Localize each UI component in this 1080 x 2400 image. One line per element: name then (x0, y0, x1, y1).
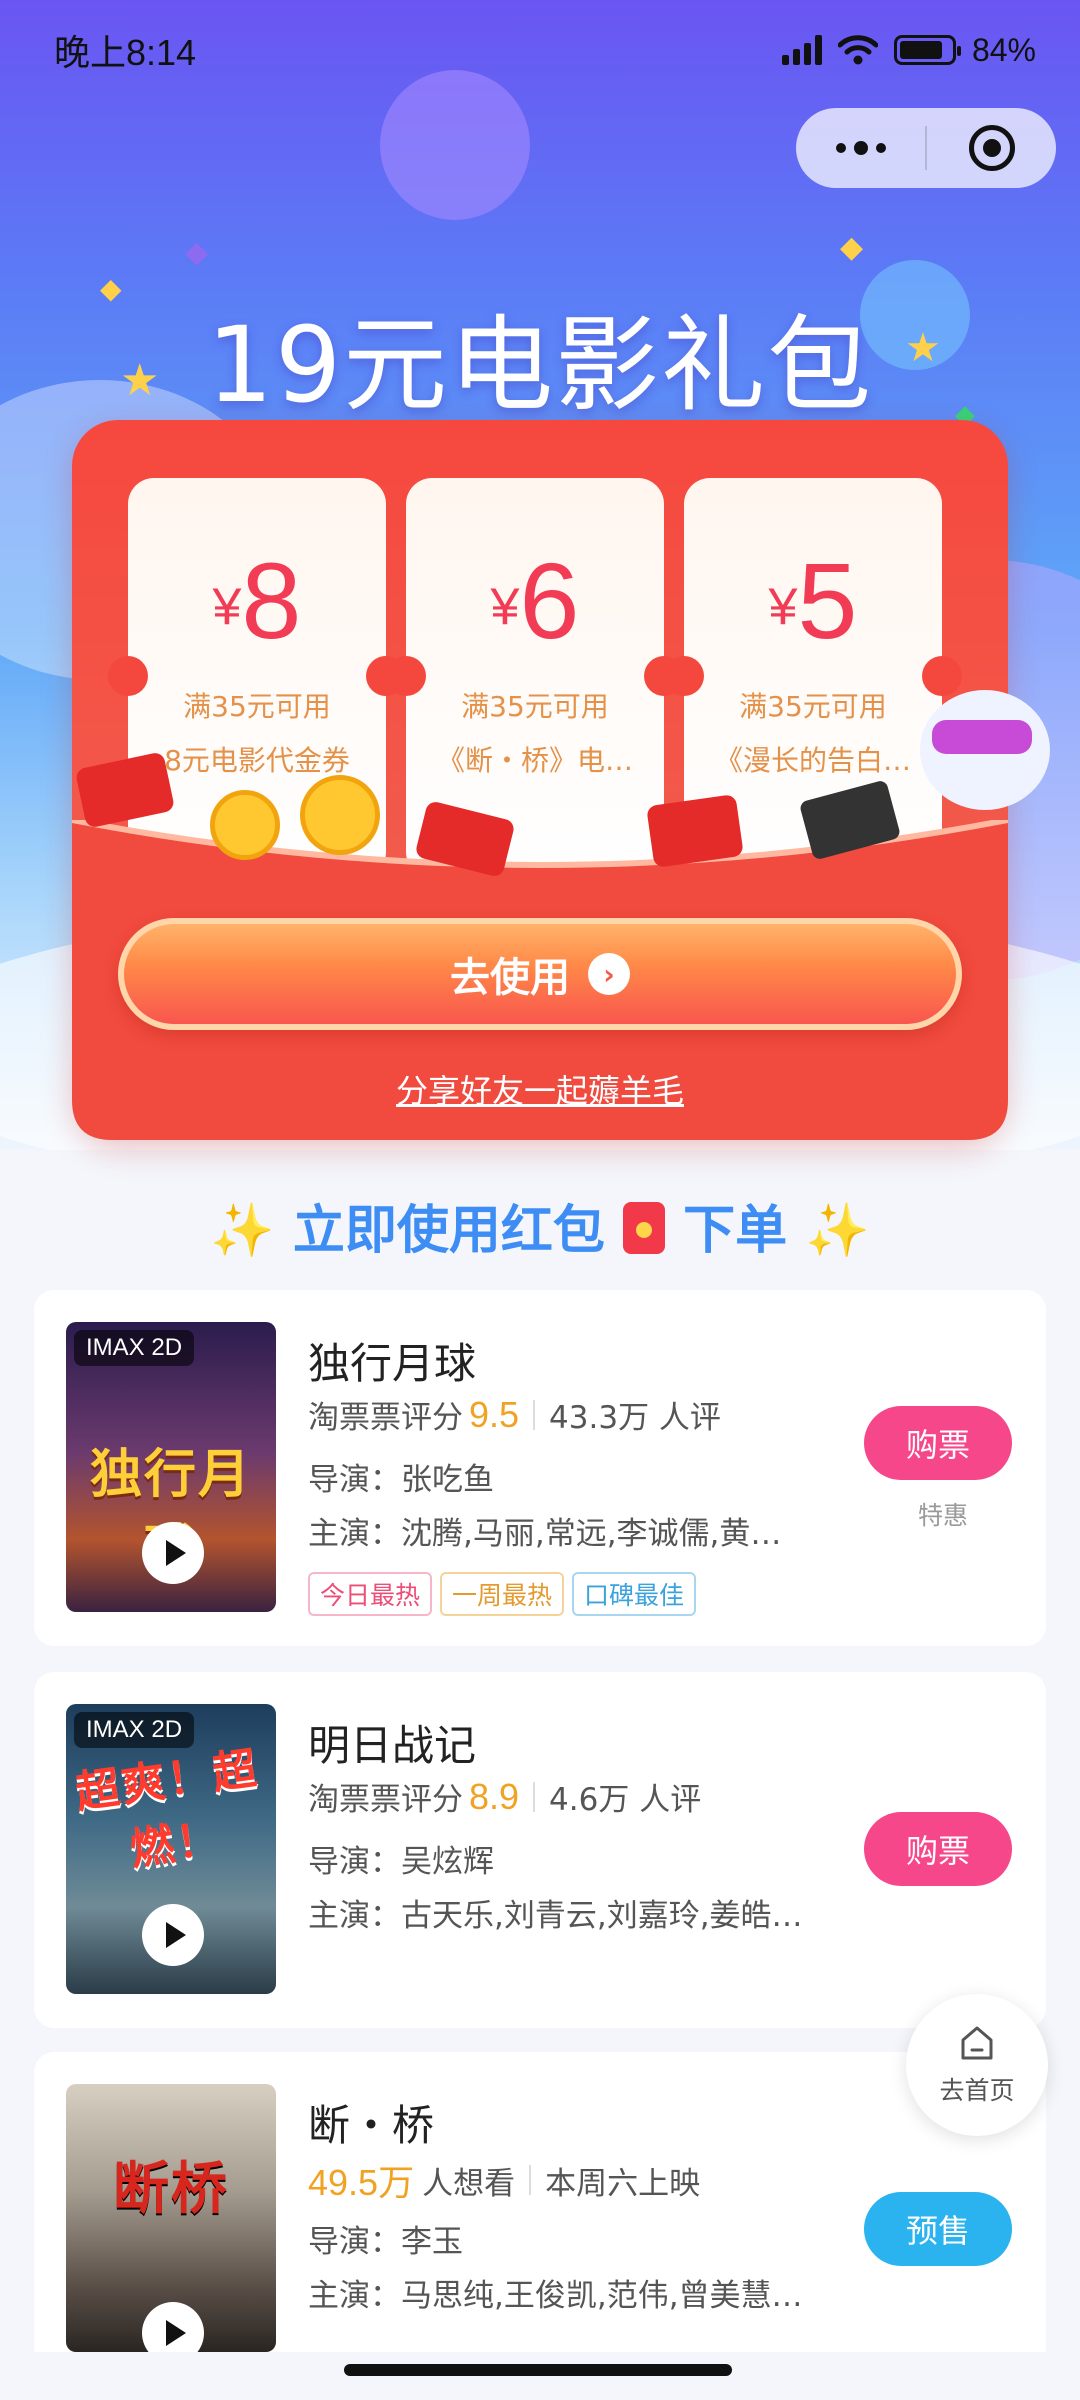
coupon-amount: ¥6 (406, 538, 664, 663)
tag-week-hot: 一周最热 (440, 1572, 565, 1616)
movie-poster[interactable]: 断桥 (66, 2084, 276, 2352)
gem-icon: ◆ (840, 230, 864, 265)
share-friends-link[interactable]: 分享好友一起薅羊毛 (0, 1066, 1080, 1112)
want-count: 49.5万 (308, 2162, 415, 2203)
coupon-value: 6 (519, 540, 580, 661)
movie-card[interactable]: 断桥 断・桥 49.5万 人想看 本周六上映 导演：李玉 主演：马思纯,王俊凯,… (34, 2052, 1046, 2352)
cast: 主演：古天乐,刘青云,刘嘉玲,姜皓… (308, 1898, 803, 1934)
coupon-value: 5 (797, 540, 858, 661)
battery-icon (893, 35, 961, 65)
format-badge: IMAX 2D (74, 1712, 195, 1748)
status-time: 晚上8:14 (54, 32, 197, 73)
red-packet-icon (646, 794, 744, 868)
gem-icon: ◆ (185, 235, 209, 270)
status-icons: 84% (781, 31, 1036, 69)
score-value: 9.5 (469, 1393, 520, 1435)
special-offer-label: 特惠 (917, 1501, 968, 1530)
score-value: 8.9 (469, 1775, 520, 1817)
miniprogram-capsule (796, 108, 1056, 188)
format-badge: IMAX 2D (74, 1330, 195, 1366)
coupon-description: 《漫长的告白… (714, 744, 911, 777)
poster-title: 超爽！超燃！ (72, 1742, 262, 1876)
battery-percent: 84% (971, 31, 1036, 68)
cast: 主演：沈腾,马丽,常远,李诚儒,黄… (308, 1516, 782, 1552)
coupon-value: 8 (241, 540, 302, 661)
presale-button[interactable]: 预售 (864, 2192, 1012, 2266)
chevron-right-icon: › (588, 953, 630, 995)
coupon-condition: 满35元可用 (461, 690, 609, 723)
tag-list: 今日最热 一周最热 口碑最佳 (308, 1572, 697, 1616)
use-coupon-button[interactable]: 去使用 › (118, 918, 962, 1030)
play-icon[interactable] (142, 2302, 204, 2352)
movie-poster[interactable]: 独行月球 IMAX 2D (66, 1322, 276, 1612)
currency-symbol: ¥ (768, 578, 798, 636)
more-dots-icon[interactable] (796, 108, 925, 188)
movie-card[interactable]: 独行月球 IMAX 2D 独行月球 淘票票评分 9.5 43.3万 人评 导演：… (34, 1290, 1046, 1646)
review-count: 4.6万 人评 (549, 1782, 702, 1818)
divider (529, 2165, 532, 2195)
coupon-amount: ¥8 (128, 538, 386, 663)
coupon-description: 《断・桥》电… (436, 744, 633, 777)
section-header: ✨ 立即使用红包 下单 ✨ (0, 1188, 1080, 1263)
movie-poster[interactable]: 超爽！超燃！ IMAX 2D (66, 1704, 276, 1994)
movie-title: 独行月球 (308, 1339, 477, 1388)
currency-symbol: ¥ (490, 578, 520, 636)
page-title: 19元电影礼包 (206, 304, 874, 426)
poster-title: 断桥 (113, 2157, 229, 2222)
section-title: 立即使用红包 (292, 1201, 605, 1261)
want-row: 49.5万 人想看 本周六上映 (308, 2154, 700, 2206)
go-home-label: 去首页 (939, 2076, 1015, 2105)
buy-ticket-button[interactable]: 购票 (864, 1406, 1012, 1480)
buy-ticket-button[interactable]: 购票 (864, 1812, 1012, 1886)
divider (533, 1399, 536, 1430)
movie-title: 明日战记 (308, 1721, 477, 1770)
play-icon[interactable] (142, 1904, 204, 1966)
review-count: 43.3万 人评 (549, 1400, 721, 1436)
currency-symbol: ¥ (212, 578, 242, 636)
home-indicator (344, 2364, 732, 2376)
rating-row: 淘票票评分 8.9 4.6万 人评 (308, 1774, 701, 1819)
cast: 主演：马思纯,王俊凯,范伟,曾美慧… (308, 2278, 803, 2314)
close-miniprogram-button[interactable] (927, 108, 1056, 188)
score-label: 淘票票评分 (308, 1782, 463, 1818)
score-label: 淘票票评分 (308, 1400, 463, 1436)
coupon-condition: 满35元可用 (739, 690, 887, 723)
go-home-button[interactable]: 去首页 (906, 1994, 1048, 2136)
want-label: 人想看 (422, 2165, 516, 2202)
red-envelope-icon (623, 1202, 665, 1254)
director: 导演：吴炫辉 (308, 1844, 494, 1880)
director: 导演：张吃鱼 (308, 1462, 494, 1498)
coupon-condition: 满35元可用 (183, 690, 331, 723)
coin-icon (210, 790, 280, 860)
coin-icon (300, 775, 380, 855)
sunglasses-icon (932, 720, 1032, 754)
tag-today-hot: 今日最热 (308, 1572, 433, 1616)
signal-icon (781, 35, 822, 65)
status-bar: 晚上8:14 84% (0, 0, 1080, 100)
tag-best-reviews: 口碑最佳 (572, 1572, 697, 1616)
use-coupon-label: 去使用 (450, 955, 570, 1001)
play-icon[interactable] (142, 1522, 204, 1584)
movie-title: 断・桥 (308, 2101, 435, 2150)
battery-level (899, 41, 942, 59)
sparkle-icon: ✨ (805, 1201, 870, 1261)
home-icon (961, 2026, 993, 2060)
movie-card[interactable]: 超爽！超燃！ IMAX 2D 明日战记 淘票票评分 8.9 4.6万 人评 导演… (34, 1672, 1046, 2028)
director: 导演：李玉 (308, 2224, 463, 2260)
sparkle-icon: ✨ (210, 1201, 275, 1261)
section-title-suffix: 下单 (683, 1201, 788, 1261)
wifi-icon (837, 35, 878, 65)
target-circle-icon (968, 125, 1015, 171)
coupon-amount: ¥5 (684, 538, 942, 663)
rating-row: 淘票票评分 9.5 43.3万 人评 (308, 1392, 721, 1437)
divider (533, 1781, 536, 1812)
release-date: 本周六上映 (545, 2165, 701, 2202)
